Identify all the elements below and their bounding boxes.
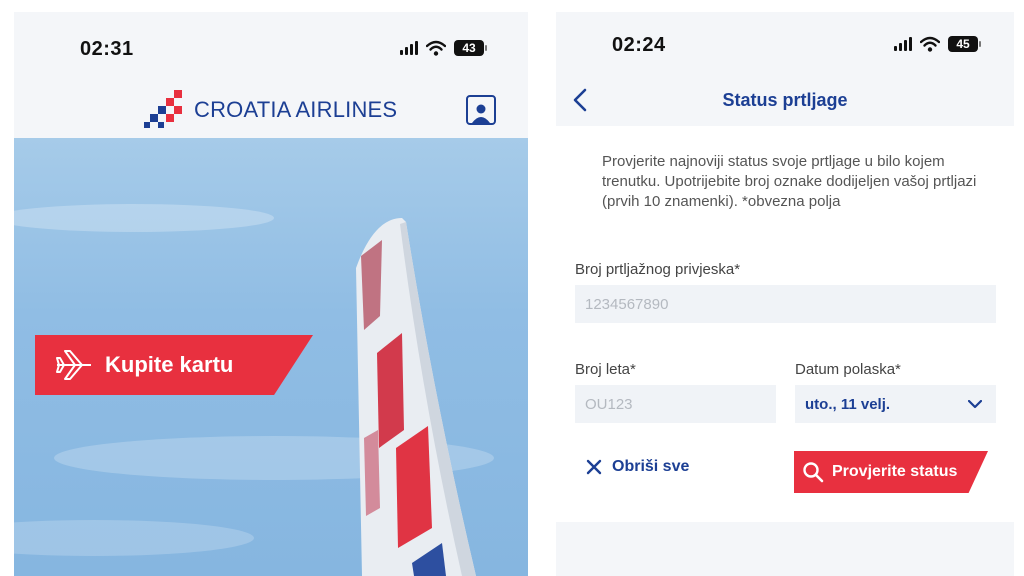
- flight-number-input[interactable]: OU123: [575, 385, 776, 423]
- intro-text: Provjerite najnoviji status svoje prtlja…: [602, 153, 977, 210]
- profile-button[interactable]: [466, 95, 496, 125]
- status-bar: 02:24 45: [556, 12, 1014, 82]
- tag-number-label: Broj prtljažnog privjeska*: [575, 261, 741, 278]
- plane-icon: [56, 350, 91, 380]
- brand-logo[interactable]: CROATIA AIRLINES: [144, 90, 397, 130]
- departure-date-value: uto., 11 velj.: [805, 395, 891, 413]
- nav-bar: Status prtljage: [556, 80, 1014, 126]
- check-status-button[interactable]: Provjerite status: [794, 451, 988, 493]
- check-status-label: Provjerite status: [832, 463, 958, 480]
- battery-icon: 45: [948, 36, 981, 52]
- status-bar: 02:31 43: [14, 12, 528, 82]
- clear-all-button[interactable]: Obriši sve: [586, 458, 689, 476]
- wifi-icon: [426, 40, 446, 56]
- flight-number-label: Broj leta*: [575, 361, 636, 378]
- profile-icon: [472, 104, 490, 123]
- departure-date-select[interactable]: uto., 11 velj.: [795, 385, 996, 423]
- status-time: 02:31: [80, 38, 134, 60]
- baggage-status-screen: 02:24 45 Status prtljage Provjerite najn…: [556, 12, 1014, 576]
- status-icons: 43: [400, 40, 487, 56]
- status-time: 02:24: [612, 34, 666, 56]
- page-title: Status prtljage: [722, 90, 848, 110]
- baggage-form: Provjerite najnoviji status svoje prtlja…: [556, 126, 1014, 522]
- close-icon: [586, 459, 602, 475]
- battery-icon: 43: [454, 40, 487, 56]
- brand-name: CROATIA AIRLINES: [194, 97, 398, 122]
- hero-banner: Kupite kartu: [14, 138, 528, 576]
- home-screen: 02:31 43 CROATIA AIRLINES Kupite kartu: [14, 12, 528, 576]
- signal-icon: [400, 41, 418, 55]
- buy-ticket-label: Kupite kartu: [105, 352, 234, 377]
- departure-date-label: Datum polaska*: [795, 361, 901, 378]
- clear-all-label: Obriši sve: [612, 458, 690, 475]
- logo-mark: [144, 90, 182, 128]
- tag-number-input[interactable]: 1234567890: [575, 285, 996, 323]
- wifi-icon: [920, 36, 940, 52]
- search-icon: [803, 462, 824, 483]
- signal-icon: [894, 37, 912, 51]
- chevron-down-icon: [968, 399, 982, 408]
- status-icons: 45: [894, 36, 981, 52]
- buy-ticket-button[interactable]: Kupite kartu: [35, 335, 313, 395]
